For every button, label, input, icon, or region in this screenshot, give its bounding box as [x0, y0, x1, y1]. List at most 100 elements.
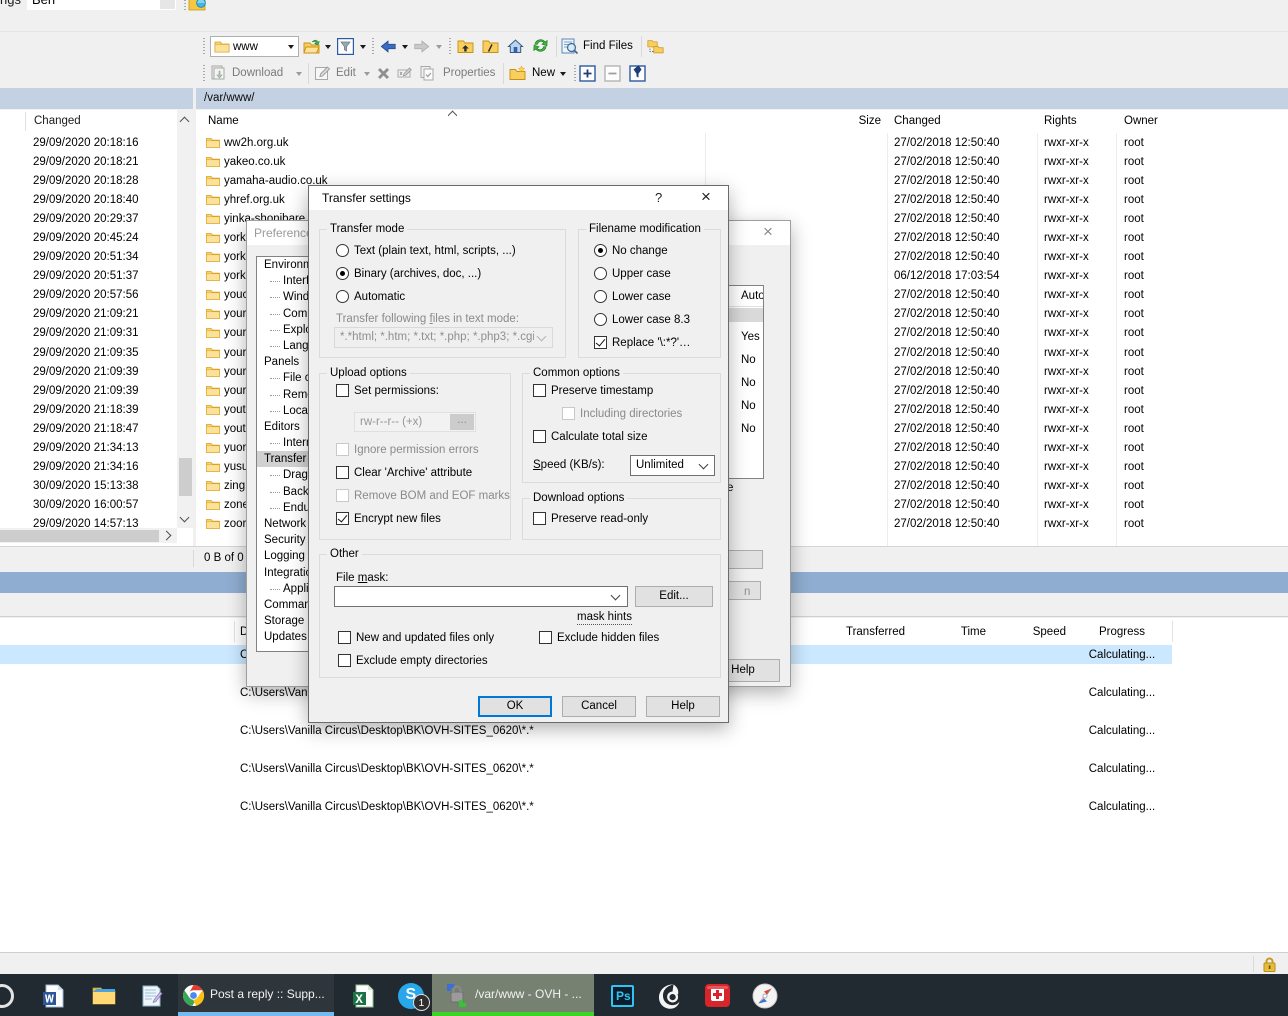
queue-row[interactable]: C:\Users\Vanilla Circus\Desktop\BK\OVH-S…: [0, 721, 1288, 759]
find-files-label[interactable]: Find Files: [583, 38, 633, 55]
chevron-down-icon[interactable]: [360, 45, 366, 49]
radio-upper-case-label[interactable]: Upper case: [612, 268, 671, 281]
top-fragment-input[interactable]: Ben: [27, 0, 176, 10]
queue-row[interactable]: C:\Users\Vanilla Circus\Desktop\BK\OVH-S…: [0, 759, 1288, 797]
radio-upper-case[interactable]: [594, 267, 607, 280]
local-file-list[interactable]: 29/09/2020 20:18:16 29/09/2020 20:18:21 …: [0, 134, 176, 534]
queue-row[interactable]: C:\Users\Vanilla Circus\Desktop\BK\OVH-S…: [0, 797, 1288, 835]
checkbox-preserve-readonly-label[interactable]: Preserve read-only: [551, 513, 648, 526]
home-icon[interactable]: [507, 38, 524, 55]
taskbar-chrome-button[interactable]: Post a reply :: Supp...: [178, 974, 334, 1016]
edit-mask-button[interactable]: Edit...: [635, 586, 713, 607]
file-mask-combo[interactable]: [334, 586, 628, 607]
word-icon[interactable]: [42, 984, 65, 1008]
edit-label[interactable]: Edit: [336, 65, 356, 82]
remote-header-owner[interactable]: Owner: [1124, 115, 1158, 127]
close-icon[interactable]: ×: [701, 187, 711, 207]
checkbox-exclude-hidden[interactable]: [539, 631, 552, 644]
chevron-down-icon[interactable]: [436, 45, 442, 49]
chevron-down-icon[interactable]: [325, 45, 331, 49]
checkbox-remove-bom[interactable]: [336, 489, 349, 502]
notepad-icon[interactable]: [140, 984, 163, 1008]
help-icon[interactable]: ?: [655, 190, 662, 205]
queue-header-time[interactable]: Time: [906, 626, 986, 638]
directory-combo[interactable]: www: [210, 36, 299, 57]
local-hscrollbar[interactable]: [0, 528, 177, 543]
forward-icon[interactable]: [413, 38, 430, 55]
local-file-row[interactable]: 29/09/2020 21:09:31: [0, 324, 176, 343]
remote-header-size[interactable]: Size: [826, 115, 881, 127]
local-file-row[interactable]: 29/09/2020 20:18:21: [0, 153, 176, 172]
chevron-down-icon[interactable]: [364, 72, 370, 76]
checkbox-clear-archive[interactable]: [336, 466, 349, 479]
back-icon[interactable]: [380, 38, 397, 55]
preset-header-auto[interactable]: Auto: [741, 290, 764, 302]
queue-header-progress[interactable]: Progress: [1076, 626, 1168, 638]
scroll-up-icon[interactable]: [180, 117, 190, 127]
local-file-row[interactable]: 29/09/2020 20:45:24: [0, 229, 176, 248]
remote-path-bar[interactable]: /var/www/: [196, 88, 1288, 109]
mask-hints-link[interactable]: mask hints: [577, 611, 632, 625]
local-file-row[interactable]: 29/09/2020 20:18:40: [0, 191, 176, 210]
radio-text-mode[interactable]: [336, 244, 349, 257]
edit-icon[interactable]: [314, 65, 331, 82]
copy-icon[interactable]: [419, 65, 436, 82]
scroll-right-icon[interactable]: [162, 531, 172, 541]
chevron-down-icon[interactable]: [402, 45, 408, 49]
checkbox-set-permissions-label[interactable]: Set permissions:: [354, 385, 439, 398]
radio-automatic-label[interactable]: Automatic: [354, 291, 405, 304]
ok-button[interactable]: OK: [478, 696, 552, 717]
local-file-row[interactable]: 30/09/2020 16:00:57: [0, 496, 176, 515]
checkbox-exclude-hidden-label[interactable]: Exclude hidden files: [557, 632, 659, 645]
help-button[interactable]: Help: [646, 696, 720, 717]
new-folder-icon[interactable]: [509, 65, 526, 82]
local-file-row[interactable]: 29/09/2020 21:34:16: [0, 458, 176, 477]
chevron-down-icon[interactable]: [560, 72, 566, 76]
radio-lower-case-83-label[interactable]: Lower case 8.3: [612, 314, 690, 327]
parent-folder-icon[interactable]: [457, 38, 474, 55]
open-folder-icon[interactable]: [303, 38, 320, 55]
dragon-icon[interactable]: [656, 983, 682, 1009]
radio-lower-case[interactable]: [594, 290, 607, 303]
checkbox-preserve-timestamp-label[interactable]: Preserve timestamp: [551, 385, 653, 398]
checkbox-remove-bom-label[interactable]: Remove BOM and EOF marks: [354, 490, 510, 503]
permissions-browse-button[interactable]: ...: [450, 414, 474, 430]
checkbox-including-directories[interactable]: [562, 407, 575, 420]
properties-label[interactable]: Properties: [443, 65, 495, 82]
checkbox-ignore-permission-errors[interactable]: [336, 443, 349, 456]
close-icon[interactable]: ×: [763, 222, 773, 242]
checkbox-exclude-empty[interactable]: [338, 654, 351, 667]
download-icon[interactable]: [210, 65, 227, 82]
checkbox-calculate-total-size[interactable]: [533, 430, 546, 443]
chevron-down-icon[interactable]: [288, 45, 294, 49]
local-file-row[interactable]: 29/09/2020 20:57:56: [0, 286, 176, 305]
permissions-input[interactable]: rw-r--r-- (+x) ...: [354, 412, 476, 432]
checkbox-ignore-permission-errors-label[interactable]: Ignore permission errors: [354, 444, 479, 457]
local-file-row[interactable]: 29/09/2020 20:51:37: [0, 267, 176, 286]
open-session-folder-icon[interactable]: [188, 0, 207, 12]
scrollbar-thumb[interactable]: [179, 458, 192, 496]
radio-no-change[interactable]: [594, 244, 607, 257]
queue-header-speed[interactable]: Speed: [986, 626, 1066, 638]
local-file-row[interactable]: 29/09/2020 21:09:35: [0, 344, 176, 363]
cancel-button[interactable]: Cancel: [562, 696, 636, 717]
local-file-row[interactable]: 29/09/2020 21:09:39: [0, 382, 176, 401]
remote-header-changed[interactable]: Changed: [894, 115, 941, 127]
checkbox-new-updated-only-label[interactable]: New and updated files only: [356, 632, 494, 645]
column-divider[interactable]: [234, 621, 235, 642]
transfer-settings-title-bar[interactable]: Transfer settings ? ×: [309, 186, 728, 210]
radio-binary-mode[interactable]: [336, 267, 349, 280]
column-divider[interactable]: [25, 112, 26, 131]
local-vscrollbar[interactable]: [177, 110, 193, 528]
text-mask-combo[interactable]: *.*html; *.htm; *.txt; *.php; *.php3; *.…: [334, 327, 553, 348]
radio-text-label[interactable]: Text (plain text, html, scripts, ...): [354, 245, 516, 258]
download-label[interactable]: Download: [232, 65, 283, 82]
remote-file-row[interactable]: ww2h.org.uk 27/02/2018 12:50:40 rwxr-xr-…: [196, 134, 1288, 153]
column-divider[interactable]: [1172, 621, 1173, 642]
checkbox-new-updated-only[interactable]: [338, 631, 351, 644]
queue-header-transferred[interactable]: Transferred: [815, 626, 905, 638]
local-file-row[interactable]: 30/09/2020 15:13:38: [0, 477, 176, 496]
checkbox-exclude-empty-label[interactable]: Exclude empty directories: [356, 655, 488, 668]
excel-icon[interactable]: [352, 984, 375, 1008]
checkbox-including-directories-label[interactable]: Including directories: [580, 408, 682, 421]
